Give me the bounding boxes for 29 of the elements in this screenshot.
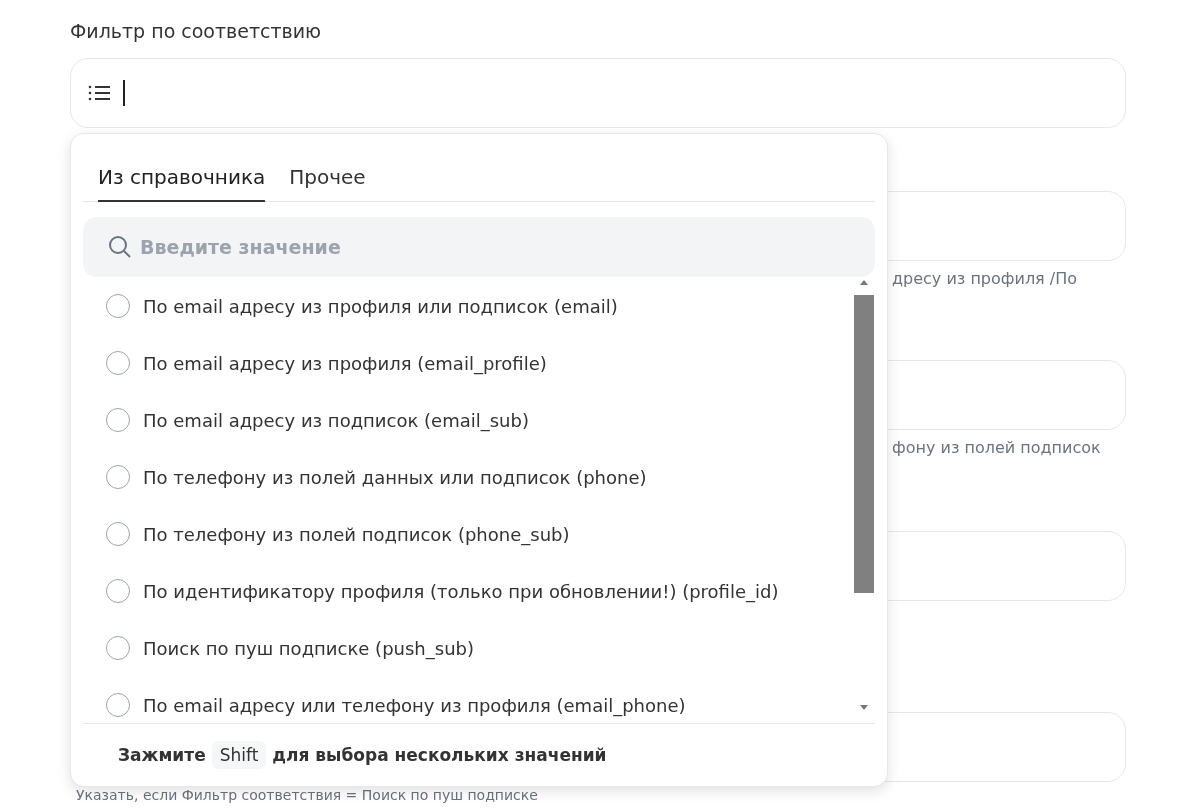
option-item[interactable]: Поиск по пуш подписке (push_sub): [83, 633, 875, 663]
option-item[interactable]: По email адресу из подписок (email_sub): [83, 405, 875, 435]
field-label: Фильтр по соответствию: [70, 20, 323, 44]
option-label: По email адресу из профиля (email_profile): [143, 352, 547, 374]
footer-text: Зажмите: [118, 745, 206, 765]
option-label: По email адресу или телефону из профиля (email_phone): [143, 694, 686, 716]
shift-key: Shift: [211, 741, 267, 769]
tab[interactable]: Из справочника: [98, 134, 266, 202]
field-hint: Указать, если Фильтр соответствия = Поиск по пуш подписке: [76, 787, 539, 803]
search-icon: [108, 235, 132, 259]
option-item[interactable]: По телефону из полей данных или подписок (phone): [83, 462, 875, 492]
field-hint: фону из полей подписок: [892, 438, 1102, 457]
list-icon: [87, 84, 111, 102]
option-label: По телефону из полей данных или подписок (phone): [143, 466, 647, 488]
option-item[interactable]: По email адресу из профиля (email_profile): [83, 348, 875, 378]
option-label: По email адресу из профиля или подписок (email): [143, 295, 618, 317]
option-item[interactable]: По email адресу из профиля или подписок (email): [83, 291, 875, 321]
option-item[interactable]: По email адресу или телефону из профиля (email_phone): [83, 690, 875, 720]
tab[interactable]: Прочее: [289, 134, 366, 202]
field-hint: дресу из профиля /По: [892, 269, 1079, 288]
option-label: Поиск по пуш подписке (push_sub): [143, 637, 474, 659]
option-item[interactable]: По телефону из полей подписок (phone_sub): [83, 519, 875, 549]
search-field[interactable]: Введите значение: [83, 217, 875, 277]
option-label: По email адресу из подписок (email_sub): [143, 409, 529, 431]
option-item[interactable]: По идентификатору профиля (только при обновлении!) (profile_id): [83, 576, 875, 606]
footer-text: для выбора нескольких значений: [272, 745, 607, 765]
option-label: По идентификатору профиля (только при обновлении!) (profile_id): [143, 580, 779, 602]
filter-input-field[interactable]: [70, 58, 1126, 128]
option-label: По телефону из полей подписок (phone_sub): [143, 523, 570, 545]
